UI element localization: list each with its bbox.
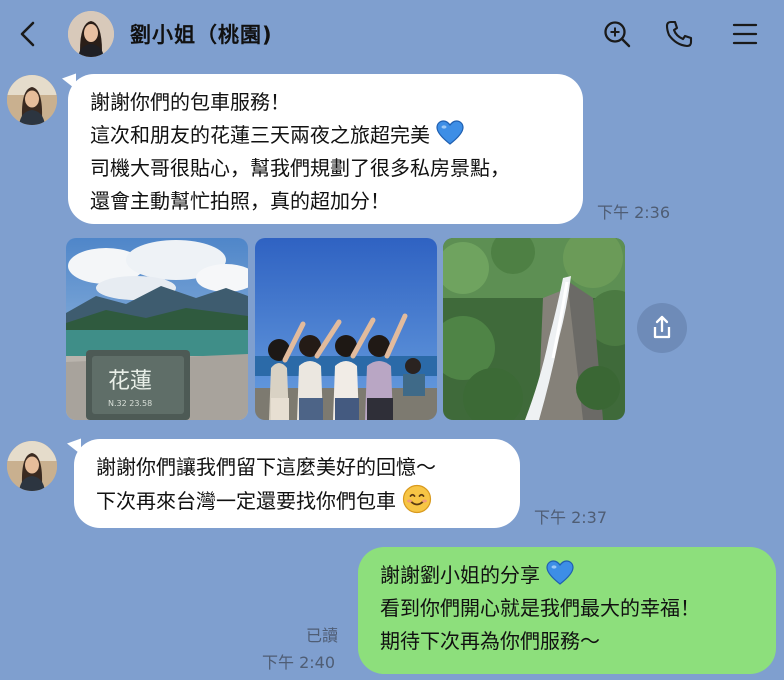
sender-avatar[interactable] — [7, 441, 57, 491]
friends-photo[interactable] — [255, 238, 437, 420]
back-icon — [20, 21, 35, 47]
message-line: 這次和朋友的花蓮三天兩夜之旅超完美 — [90, 123, 430, 147]
message-line: 謝謝劉小姐的分享 — [380, 563, 540, 587]
message-line: 謝謝你們讓我們留下這麼美好的回憶～ — [96, 455, 436, 479]
share-icon — [653, 315, 671, 339]
call-button[interactable] — [664, 19, 694, 49]
message-line-with-emoji: 這次和朋友的花蓮三天兩夜之旅超完美 — [90, 119, 561, 152]
message-time: 下午 2:37 — [534, 508, 608, 527]
message-bubble[interactable]: 謝謝你們讓我們留下這麼美好的回憶～ 下次再來台灣一定還要找你們包車 — [74, 439, 520, 528]
message-line-with-emoji: 下次再來台灣一定還要找你們包車 — [96, 484, 498, 518]
lake-photo[interactable]: 花蓮 N.32 23.58 — [66, 238, 248, 420]
message-line: 謝謝你們的包車服務！ — [90, 90, 290, 114]
read-receipt: 已讀 — [306, 626, 339, 645]
message-bubble[interactable]: 謝謝你們的包車服務！ 這次和朋友的花蓮三天兩夜之旅超完美 司機大哥很貼心，幫我們… — [68, 74, 583, 224]
message-line: 看到你們開心就是我們最大的幸福！ — [380, 596, 700, 620]
message-time: 下午 2:40 — [262, 653, 336, 672]
message-line-with-emoji: 謝謝劉小姐的分享 — [380, 559, 754, 592]
menu-icon — [732, 23, 758, 45]
message-line: 下次再來台灣一定還要找你們包車 — [96, 489, 396, 513]
phone-icon — [665, 20, 693, 48]
sign-text: 花蓮 — [108, 369, 152, 394]
menu-button[interactable] — [730, 19, 760, 49]
sender-avatar[interactable] — [7, 75, 57, 125]
message-line: 期待下次再為你們服務～ — [380, 629, 600, 653]
search-button[interactable] — [602, 19, 632, 49]
message-line: 司機大哥很貼心，幫我們規劃了很多私房景點， — [90, 156, 510, 180]
blue-heart-icon — [436, 120, 464, 145]
blue-heart-icon — [546, 560, 574, 585]
chat-header: 劉小姐（桃園) — [0, 0, 784, 66]
search-icon — [604, 21, 631, 48]
contact-avatar[interactable] — [68, 11, 114, 57]
contact-name: 劉小姐（桃園) — [130, 23, 273, 47]
message-bubble-outgoing[interactable]: 謝謝劉小姐的分享 看到你們開心就是我們最大的幸福！ 期待下次再為你們服務～ — [358, 547, 776, 674]
message-line: 還會主動幫忙拍照，真的超加分！ — [90, 189, 390, 213]
waterfall-photo[interactable] — [443, 238, 625, 420]
message-time: 下午 2:36 — [597, 203, 671, 222]
sign-subtext: N.32 23.58 — [108, 399, 152, 408]
back-button[interactable] — [16, 20, 42, 48]
share-button[interactable] — [637, 303, 687, 353]
smiling-face-icon — [402, 484, 432, 514]
